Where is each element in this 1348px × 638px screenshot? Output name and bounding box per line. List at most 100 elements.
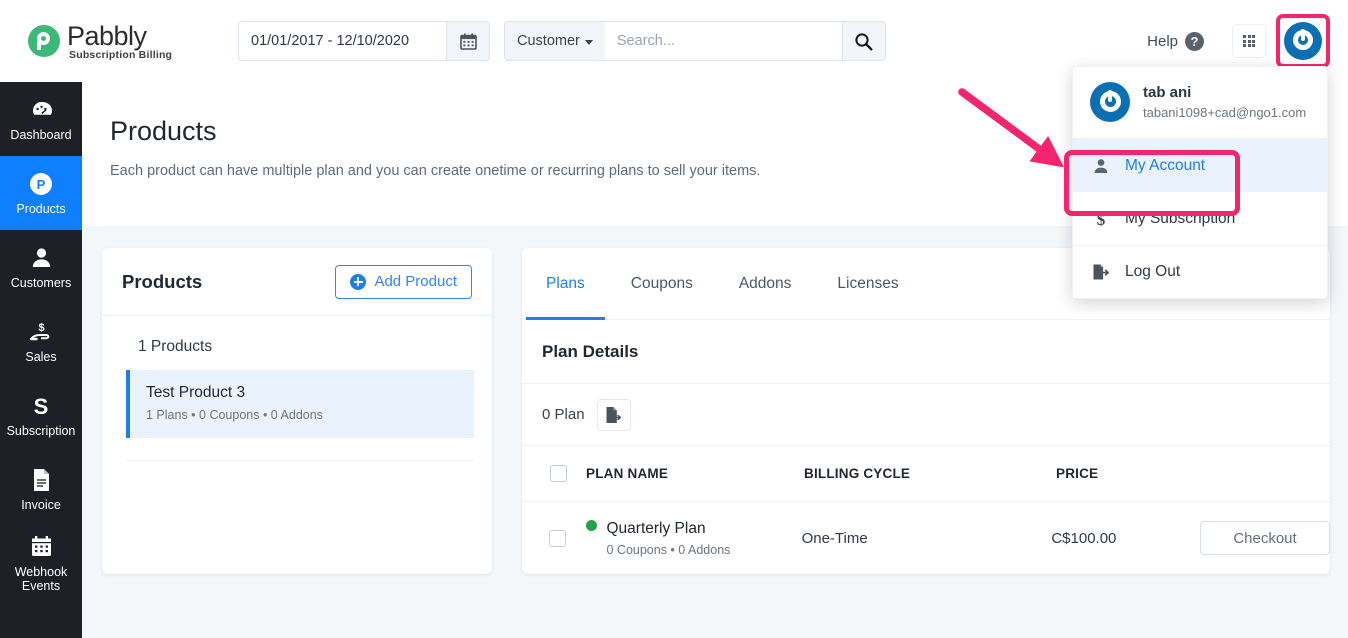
dollar-icon: $: [1091, 210, 1111, 228]
row-select-cell: [522, 529, 586, 547]
brand-text: Pabbly Subscription Billing: [67, 22, 172, 61]
plans-table-header: PLAN NAME BILLING CYCLE PRICE: [522, 446, 1330, 502]
svg-text:$: $: [38, 322, 44, 334]
letter-s-icon: S: [29, 393, 53, 419]
grid-apps-icon[interactable]: [1232, 24, 1266, 58]
checkout-button[interactable]: Checkout: [1200, 521, 1330, 555]
row-action-cell: Checkout: [1200, 521, 1330, 555]
plan-name: Quarterly Plan: [606, 519, 706, 537]
date-range-picker[interactable]: [238, 21, 490, 61]
calendar-icon: [30, 534, 53, 560]
column-billing-cycle: BILLING CYCLE: [804, 466, 911, 481]
export-glyph: [606, 406, 622, 423]
product-list-footer: [126, 460, 474, 494]
dropdown-user-name: tab ani: [1143, 84, 1192, 101]
product-name: Test Product 3: [146, 384, 246, 401]
speedometer-icon: [29, 97, 54, 123]
search-scope-select[interactable]: Customer: [504, 21, 605, 61]
help-button[interactable]: Help ?: [1147, 31, 1204, 51]
sidebar-label: Subscription: [6, 423, 76, 438]
logout-icon: [1091, 263, 1111, 281]
plan-name-cell: Quarterly Plan 0 Coupons • 0 Addons: [585, 519, 802, 557]
tab-plans[interactable]: Plans: [526, 248, 605, 320]
select-all-cell: [522, 465, 586, 482]
add-product-label: Add Product: [374, 273, 457, 290]
search-input[interactable]: [604, 21, 842, 61]
sidebar-label: Sales: [25, 349, 57, 364]
svg-text:S: S: [34, 394, 49, 418]
plus-circle-icon: [350, 273, 367, 290]
app-root: Pabbly Subscription Billing 01/01/2017 -…: [0, 0, 1348, 638]
account-avatar-button[interactable]: [1276, 14, 1330, 68]
plan-toolbar: 0 Plan: [522, 384, 1330, 446]
header-actions: Help ?: [1147, 14, 1348, 68]
account-dropdown-menu: tab ani tabani1098+cad@ngo1.com My Accou…: [1072, 66, 1328, 299]
person-icon: [1091, 158, 1111, 174]
select-all-checkbox[interactable]: [549, 465, 567, 482]
main-sidebar: Dashboard P Products Customers $ Sales S…: [0, 82, 82, 638]
calendar-glyph: [459, 33, 477, 50]
sidebar-item-invoice[interactable]: Invoice: [0, 452, 82, 526]
tab-licenses[interactable]: Licenses: [833, 248, 902, 320]
chevron-down-icon: [584, 39, 593, 45]
tab-coupons[interactable]: Coupons: [627, 248, 697, 320]
pabbly-logo-icon: [28, 25, 60, 57]
dropdown-item-label: My Account: [1125, 156, 1206, 174]
sidebar-label: Invoice: [21, 497, 61, 512]
status-dot-icon: [585, 519, 597, 531]
sidebar-item-customers[interactable]: Customers: [0, 230, 82, 304]
power-avatar-icon: [1090, 82, 1130, 122]
sidebar-label: Customers: [10, 275, 72, 290]
calendar-icon[interactable]: [446, 21, 490, 61]
price-value: C$100.00: [1051, 529, 1117, 547]
column-price: PRICE: [1056, 466, 1099, 481]
date-range-input[interactable]: [238, 21, 446, 61]
sidebar-item-subscription[interactable]: S Subscription: [0, 378, 82, 452]
export-file-icon[interactable]: [596, 398, 631, 431]
sidebar-label: Products: [16, 201, 66, 216]
sidebar-label: Webhook Events: [14, 564, 68, 593]
row-checkbox[interactable]: [549, 529, 567, 547]
table-row: Quarterly Plan 0 Coupons • 0 Addons One-…: [522, 502, 1330, 574]
search-glyph: [855, 32, 873, 50]
svg-text:$: $: [1097, 210, 1106, 228]
dropdown-item-log-out[interactable]: Log Out: [1073, 245, 1327, 298]
search-bar: Customer: [504, 21, 886, 61]
dropdown-item-label: My Subscription: [1125, 209, 1236, 227]
add-product-button[interactable]: Add Product: [335, 264, 472, 299]
plan-meta: 0 Coupons • 0 Addons: [606, 542, 731, 557]
search-icon[interactable]: [841, 21, 886, 61]
grid-glyph: [1243, 35, 1255, 47]
products-card: Products Add Product 1 Products Test Pro…: [102, 248, 492, 574]
product-meta: 1 Plans • 0 Coupons • 0 Addons: [146, 408, 323, 422]
plan-details-title: Plan Details: [522, 320, 1330, 384]
product-list-item[interactable]: Test Product 3 1 Plans • 0 Coupons • 0 A…: [126, 370, 474, 438]
document-icon: [31, 467, 52, 493]
svg-text:P: P: [37, 177, 46, 192]
hand-coin-icon: $: [29, 319, 54, 345]
products-card-header: Products Add Product: [102, 248, 492, 316]
brand-name: Pabbly: [67, 20, 147, 51]
sidebar-item-webhook-events[interactable]: Webhook Events: [0, 526, 82, 600]
dropdown-item-label: Log Out: [1125, 263, 1181, 280]
pabbly-p-icon: P: [29, 171, 53, 197]
dropdown-item-my-subscription[interactable]: $ My Subscription: [1073, 192, 1327, 245]
question-circle-icon: ?: [1185, 31, 1204, 51]
power-avatar-icon: [1284, 22, 1322, 60]
products-count: 1 Products: [138, 338, 213, 355]
tab-addons[interactable]: Addons: [735, 248, 796, 320]
dropdown-item-my-account[interactable]: My Account: [1073, 139, 1327, 192]
billing-cycle-value: One-Time: [801, 529, 868, 547]
sidebar-item-products[interactable]: P Products: [0, 156, 82, 230]
brand-logo[interactable]: Pabbly Subscription Billing: [0, 22, 200, 61]
sidebar-item-dashboard[interactable]: Dashboard: [0, 82, 82, 156]
sidebar-item-sales[interactable]: $ Sales: [0, 304, 82, 378]
column-plan-name: PLAN NAME: [586, 466, 669, 481]
search-scope-label: Customer: [517, 33, 580, 49]
help-label: Help: [1147, 32, 1178, 50]
dropdown-user-info: tab ani tabani1098+cad@ngo1.com: [1073, 67, 1327, 139]
products-card-title: Products: [122, 270, 203, 292]
sidebar-label: Dashboard: [10, 127, 72, 142]
person-icon: [30, 245, 53, 271]
plan-count: 0 Plan: [542, 406, 585, 423]
